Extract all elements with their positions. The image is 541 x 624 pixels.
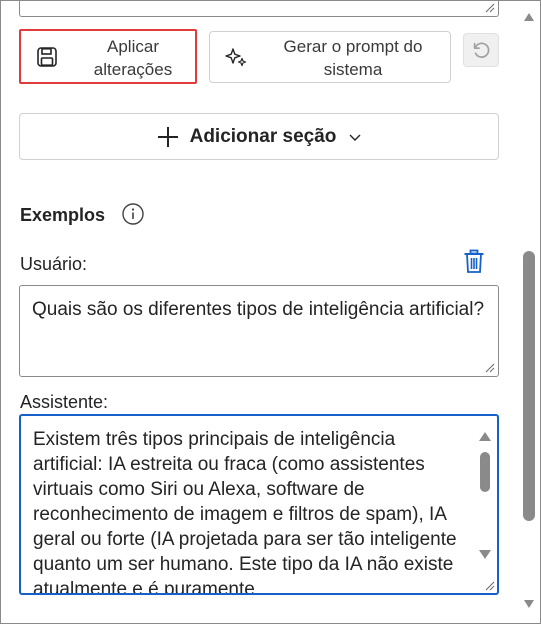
scroll-up-arrow-icon[interactable] [479, 432, 491, 441]
undo-button[interactable] [463, 33, 499, 67]
scroll-down-arrow-icon[interactable] [524, 600, 534, 608]
generate-system-prompt-label: Gerar o prompt do sistema [283, 37, 423, 79]
add-section-button[interactable]: Adicionar seção [19, 113, 499, 160]
panel-scrollbar[interactable] [518, 1, 540, 623]
chevron-down-icon [349, 134, 361, 141]
assistant-scrollbar[interactable] [477, 426, 493, 576]
system-message-panel: Aplicar alterações Gerar o prompt do sis… [0, 0, 541, 624]
resize-handle-icon[interactable] [485, 581, 495, 591]
user-example-input[interactable]: Quais são os diferentes tipos de intelig… [19, 285, 499, 377]
user-example-text: Quais são os diferentes tipos de intelig… [32, 299, 485, 320]
undo-icon [473, 42, 490, 58]
assistant-label: Assistente: [20, 392, 109, 412]
examples-heading: Exemplos [20, 205, 106, 225]
scrollbar-thumb[interactable] [480, 452, 490, 492]
assistant-example-input[interactable]: Existem três tipos principais de intelig… [19, 414, 499, 595]
resize-handle-icon[interactable] [485, 3, 495, 13]
save-icon [37, 46, 57, 67]
scroll-down-arrow-icon[interactable] [479, 550, 491, 559]
sparkle-icon [225, 48, 247, 67]
add-section-label: Adicionar seção [189, 125, 337, 147]
info-icon[interactable] [121, 202, 145, 226]
trash-icon[interactable] [463, 249, 485, 274]
scroll-up-arrow-icon[interactable] [524, 13, 534, 21]
user-label: Usuário: [20, 254, 88, 274]
apply-changes-label: Aplicar alterações [93, 37, 173, 79]
generate-system-prompt-button[interactable]: Gerar o prompt do sistema [209, 31, 451, 83]
system-message-textarea[interactable] [19, 1, 499, 17]
assistant-example-text: Existem três tipos principais de intelig… [33, 429, 457, 595]
plus-icon [157, 126, 178, 147]
scrollbar-thumb[interactable] [523, 251, 535, 521]
apply-changes-button[interactable]: Aplicar alterações [19, 29, 197, 84]
resize-handle-icon[interactable] [485, 363, 495, 373]
